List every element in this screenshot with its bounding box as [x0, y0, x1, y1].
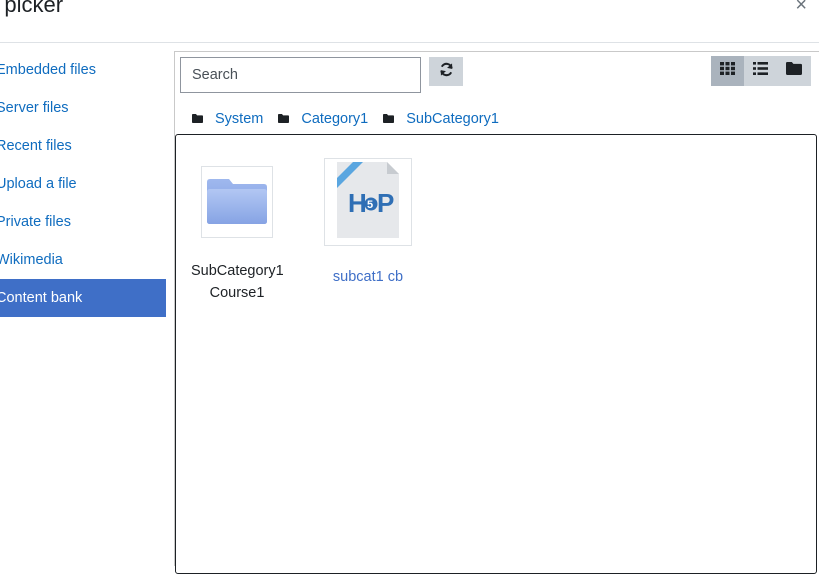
- sidebar-item-label: Private files: [0, 214, 71, 230]
- file-name-line: Course1: [209, 285, 265, 301]
- sidebar-item-label: Embedded files: [0, 62, 96, 78]
- sidebar-item-embedded-files[interactable]: Embedded files: [0, 51, 166, 89]
- sidebar-item-label: Content bank: [0, 290, 83, 306]
- sidebar-item-private-files[interactable]: Private files: [0, 203, 166, 241]
- file-item-h5p[interactable]: H 5 P subcat1 cb: [318, 158, 418, 288]
- file-name-line: SubCategory1: [191, 263, 284, 279]
- file-name: SubCategory1 Course1: [191, 260, 284, 304]
- sidebar-item-label: Wikimedia: [0, 252, 63, 268]
- view-icons-button[interactable]: [711, 56, 744, 86]
- breadcrumb-label: System: [215, 111, 264, 127]
- breadcrumb: System Category1 SubCategory1: [192, 111, 514, 127]
- sidebar-item-label: Upload a file: [0, 176, 77, 192]
- folder-icon: [785, 62, 802, 80]
- breadcrumb-item[interactable]: SubCategory1: [383, 111, 499, 127]
- file-name: subcat1 cb: [318, 266, 418, 288]
- breadcrumb-item[interactable]: Category1: [278, 111, 368, 127]
- header-divider: [0, 42, 819, 43]
- svg-text:H: H: [348, 188, 367, 218]
- list-icon: [753, 62, 768, 80]
- breadcrumb-label: Category1: [301, 111, 369, 127]
- file-name-line: subcat1 cb: [332, 269, 404, 285]
- sidebar-item-label: Server files: [0, 100, 69, 116]
- file-browser-panel: System Category1 SubCategory1: [174, 51, 819, 574]
- view-tree-button[interactable]: [777, 56, 810, 86]
- svg-text:P: P: [377, 188, 394, 218]
- h5p-thumbnail: H 5 P: [324, 158, 412, 246]
- sidebar-item-wikimedia[interactable]: Wikimedia: [0, 241, 166, 279]
- repository-sidebar: Embedded files Server files Recent files…: [0, 51, 166, 317]
- folder-icon: [278, 111, 290, 127]
- close-button[interactable]: ×: [795, 0, 807, 17]
- folder-icon: [204, 173, 270, 232]
- breadcrumb-item[interactable]: System: [192, 111, 263, 127]
- svg-text:5: 5: [367, 199, 373, 211]
- view-mode-toggle: [711, 56, 811, 86]
- folder-icon: [383, 111, 395, 127]
- sidebar-item-upload-a-file[interactable]: Upload a file: [0, 165, 166, 203]
- sidebar-item-label: Recent files: [0, 138, 72, 154]
- file-item-folder[interactable]: SubCategory1 Course1: [191, 166, 284, 304]
- dialog-title: e picker: [0, 0, 64, 17]
- view-list-button[interactable]: [744, 56, 777, 86]
- sidebar-item-content-bank[interactable]: Content bank: [0, 279, 166, 317]
- sidebar-item-recent-files[interactable]: Recent files: [0, 127, 166, 165]
- sidebar-item-server-files[interactable]: Server files: [0, 89, 166, 127]
- refresh-button[interactable]: [429, 57, 463, 86]
- refresh-icon: [439, 62, 454, 82]
- folder-thumbnail: [201, 166, 273, 238]
- file-list-area: SubCategory1 Course1 H 5 P subcat1 cb: [175, 134, 817, 574]
- folder-icon: [192, 111, 203, 127]
- h5p-file-icon: H 5 P: [333, 160, 403, 245]
- breadcrumb-label: SubCategory1: [406, 111, 499, 127]
- search-input[interactable]: [180, 57, 421, 93]
- grid-icon: [720, 62, 735, 80]
